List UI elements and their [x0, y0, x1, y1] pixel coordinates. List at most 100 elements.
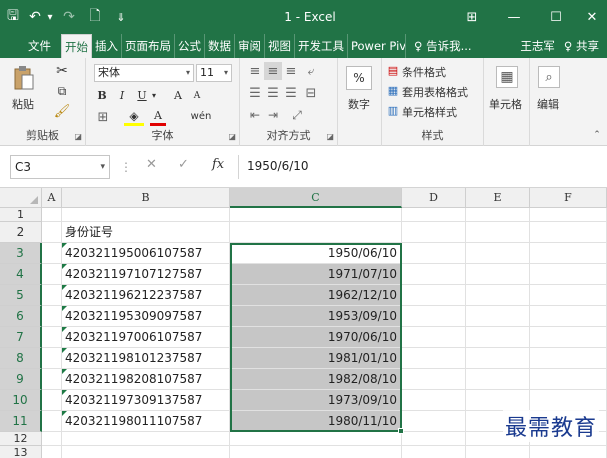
minimize-button[interactable]: — — [493, 0, 535, 34]
cell-f5[interactable] — [530, 285, 607, 306]
align-bottom-icon[interactable]: ≡ — [282, 62, 300, 80]
tab-developer[interactable]: 开发工具 — [295, 34, 348, 58]
cell-a13[interactable] — [42, 446, 62, 458]
conditional-formatting-button[interactable]: 条件格式 — [402, 64, 446, 80]
row-header-8[interactable]: 8 — [0, 348, 42, 369]
cell-d7[interactable] — [402, 327, 466, 348]
cell-b2[interactable]: 身份证号 — [62, 222, 230, 243]
redo-icon[interactable]: ↷ — [56, 0, 82, 34]
cell-c5[interactable]: 1962/12/10 — [230, 285, 402, 306]
row-header-5[interactable]: 5 — [0, 285, 42, 306]
italic-button[interactable]: I — [114, 86, 130, 104]
cell-e8[interactable] — [466, 348, 530, 369]
row-header-12[interactable]: 12 — [0, 432, 42, 446]
cell-c6[interactable]: 1953/09/10 — [230, 306, 402, 327]
cell-f8[interactable] — [530, 348, 607, 369]
cell-c3[interactable]: 1950/06/10 — [230, 243, 402, 264]
cell-f1[interactable] — [530, 208, 607, 222]
tell-me-search[interactable]: ♀ 告诉我... — [406, 34, 475, 58]
cell-a9[interactable] — [42, 369, 62, 390]
cell-d12[interactable] — [402, 432, 466, 446]
name-box[interactable]: C3 ▾ — [10, 155, 110, 179]
phonetic-guide-button[interactable]: wén — [186, 106, 216, 126]
undo-dropdown-icon[interactable]: ▾ — [44, 0, 56, 34]
cell-c1[interactable] — [230, 208, 402, 222]
fill-color-icon[interactable]: ◈ — [124, 108, 144, 126]
clipboard-launcher-icon[interactable]: ◪ — [74, 132, 82, 141]
cell-e13[interactable] — [466, 446, 530, 458]
undo-icon[interactable]: ↶ — [26, 0, 44, 34]
cell-c13[interactable] — [230, 446, 402, 458]
shrink-font-button[interactable]: A — [190, 88, 204, 104]
tab-data[interactable]: 数据 — [205, 34, 235, 58]
cell-d11[interactable] — [402, 411, 466, 432]
cell-a7[interactable] — [42, 327, 62, 348]
column-header-f[interactable]: F — [530, 188, 607, 208]
customize-qat-icon[interactable]: ⇓ — [108, 0, 134, 34]
bold-button[interactable]: B — [94, 86, 110, 104]
format-as-table-button[interactable]: 套用表格格式 — [402, 84, 468, 100]
cell-styles-button[interactable]: 单元格样式 — [402, 104, 457, 120]
cell-d3[interactable] — [402, 243, 466, 264]
cell-e3[interactable] — [466, 243, 530, 264]
paste-label[interactable]: 粘贴 — [12, 96, 34, 112]
cell-a6[interactable] — [42, 306, 62, 327]
print-preview-icon[interactable]: 🗋 — [82, 0, 108, 34]
search-icon[interactable]: ⌕ — [538, 66, 560, 88]
cell-d8[interactable] — [402, 348, 466, 369]
font-launcher-icon[interactable]: ◪ — [228, 132, 236, 141]
cell-a10[interactable] — [42, 390, 62, 411]
cell-e1[interactable] — [466, 208, 530, 222]
cell-a2[interactable] — [42, 222, 62, 243]
underline-dropdown-icon[interactable]: ▾ — [150, 86, 158, 104]
font-color-button[interactable]: A — [150, 108, 166, 126]
cell-b4[interactable]: 420321197107127587 — [62, 264, 230, 285]
cell-e6[interactable] — [466, 306, 530, 327]
cell-f9[interactable] — [530, 369, 607, 390]
cell-c11[interactable]: 1980/11/10 — [230, 411, 402, 432]
grow-font-button[interactable]: A — [170, 86, 186, 104]
tab-review[interactable]: 审阅 — [235, 34, 265, 58]
cell-a11[interactable] — [42, 411, 62, 432]
insert-function-button[interactable]: fx — [212, 157, 224, 172]
fill-handle[interactable] — [398, 428, 404, 434]
wrap-text-icon[interactable]: ⤶ — [302, 62, 320, 80]
cell-e9[interactable] — [466, 369, 530, 390]
copy-icon[interactable]: ⧉ — [52, 82, 72, 100]
cell-a3[interactable] — [42, 243, 62, 264]
cell-d9[interactable] — [402, 369, 466, 390]
cell-e10[interactable] — [466, 390, 530, 411]
column-header-c[interactable]: C — [230, 188, 402, 208]
column-header-d[interactable]: D — [402, 188, 466, 208]
font-name-select[interactable]: 宋体 ▾ — [94, 64, 194, 82]
cell-b7[interactable]: 420321197006107587 — [62, 327, 230, 348]
orientation-icon[interactable]: ⤢ — [288, 106, 306, 124]
cell-b8[interactable]: 420321198101237587 — [62, 348, 230, 369]
align-middle-icon[interactable]: ≡ — [264, 62, 282, 80]
row-header-2[interactable]: 2 — [0, 222, 42, 243]
format-as-table-icon[interactable]: ▦ — [386, 82, 400, 98]
cell-b12[interactable] — [62, 432, 230, 446]
cell-d10[interactable] — [402, 390, 466, 411]
cell-a1[interactable] — [42, 208, 62, 222]
cut-icon[interactable]: ✂ — [52, 62, 72, 80]
cell-c7[interactable]: 1970/06/10 — [230, 327, 402, 348]
font-size-select[interactable]: 11 ▾ — [196, 64, 232, 82]
cell-b9[interactable]: 420321198208107587 — [62, 369, 230, 390]
tab-page-layout[interactable]: 页面布局 — [122, 34, 175, 58]
cell-c2[interactable] — [230, 222, 402, 243]
row-header-9[interactable]: 9 — [0, 369, 42, 390]
cell-b5[interactable]: 420321196212237587 — [62, 285, 230, 306]
cancel-icon[interactable]: ✕ — [146, 157, 157, 172]
number-format-label[interactable]: 数字 — [348, 96, 370, 112]
cell-d13[interactable] — [402, 446, 466, 458]
user-account[interactable]: 王志军 — [517, 34, 561, 58]
cell-b11[interactable]: 420321198011107587 — [62, 411, 230, 432]
decrease-indent-icon[interactable]: ⇤ — [246, 106, 264, 124]
column-header-b[interactable]: B — [62, 188, 230, 208]
cell-e5[interactable] — [466, 285, 530, 306]
number-format-icon[interactable]: % — [346, 66, 372, 90]
formula-input[interactable]: 1950/6/10 — [238, 155, 598, 179]
cell-c10[interactable]: 1973/09/10 — [230, 390, 402, 411]
cell-d6[interactable] — [402, 306, 466, 327]
